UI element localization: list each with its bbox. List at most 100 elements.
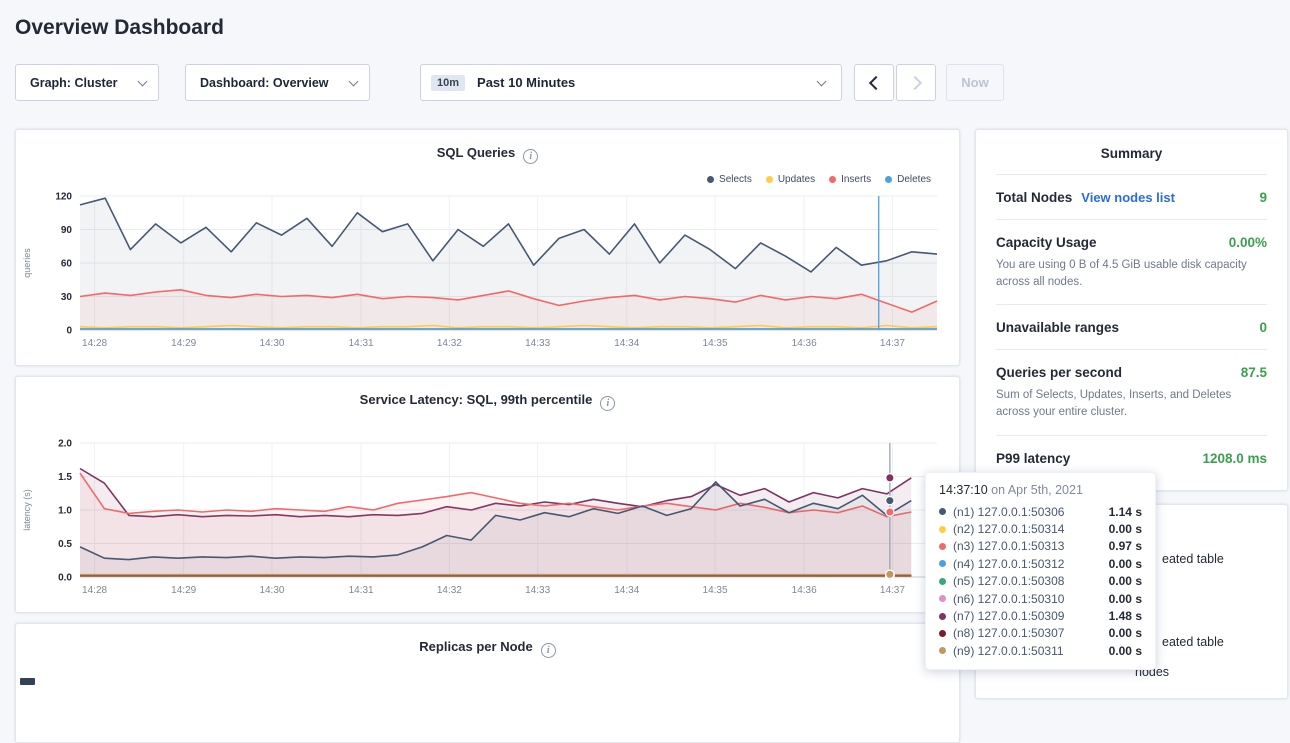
svg-text:120: 120 [55,192,72,203]
summary-row-capacity-usage: Capacity Usage 0.00% You are using 0 B o… [996,220,1267,305]
svg-text:14:34: 14:34 [614,338,639,349]
legend-item-updates[interactable]: Updates [766,174,815,185]
replicas-panel: Replicas per Nodei [15,623,960,743]
crosshair-dot [886,508,894,516]
node-latency-value: 0.00 s [1109,574,1142,588]
sql-queries-title: SQL Queries [437,145,516,160]
tooltip-row: (n6) 127.0.0.1:50310 0.00 s [939,590,1142,607]
svg-text:14:32: 14:32 [437,338,462,349]
tooltip-time: 14:37:10 [939,483,988,497]
node-color-dot [939,526,946,533]
tooltip-row: (n2) 127.0.0.1:503140.00 s [939,520,1142,537]
legend-item-selects[interactable]: Selects [707,174,752,185]
unavailable-ranges-label: Unavailable ranges [996,320,1119,335]
node-label: (n2) 127.0.0.1:50314 [953,522,1064,536]
svg-text:14:31: 14:31 [349,338,374,349]
sql-queries-chart[interactable]: 030609012014:2814:2914:3014:3114:3214:33… [16,190,959,356]
node-latency-value: 1.48 s [1109,609,1142,623]
summary-title: Summary [996,130,1267,175]
svg-text:0.5: 0.5 [58,539,72,550]
chart-legend: Selects Updates Inserts Deletes [707,174,931,185]
svg-text:14:29: 14:29 [171,338,196,349]
tooltip-rows: (n1) 127.0.0.1:503061.14 s(n2) 127.0.0.1… [939,503,1142,660]
graph-dropdown[interactable]: Graph: Cluster [15,64,159,101]
info-icon[interactable]: i [541,643,556,658]
sql-latency-title: Service Latency: SQL, 99th percentile [360,392,593,407]
tooltip-header: 14:37:10 on Apr 5th, 2021 [939,483,1142,497]
node-latency-value: 0.00 s [1109,592,1142,606]
node-color-dot [939,647,946,654]
svg-text:60: 60 [61,259,73,270]
node-color-dot [939,543,946,550]
svg-text:14:29: 14:29 [171,585,196,596]
legend-dot [885,176,892,183]
svg-text:14:31: 14:31 [349,585,374,596]
node-label: (n6) 127.0.0.1:50310 [953,592,1064,606]
svg-text:14:30: 14:30 [259,585,284,596]
tooltip-row: (n5) 127.0.0.1:503080.00 s [939,573,1142,590]
node-color-dot [939,508,946,515]
svg-text:14:30: 14:30 [259,338,284,349]
time-range-badge: 10m [431,75,465,91]
controls-bar: Graph: Cluster Dashboard: Overview 10m P… [15,64,1275,101]
node-label: (n4) 127.0.0.1:50312 [953,557,1064,571]
node-color-dot [939,578,946,585]
node-label: (n9) 127.0.0.1:50311 [953,644,1064,658]
svg-text:14:35: 14:35 [703,585,728,596]
info-icon[interactable]: i [600,396,615,411]
chevron-down-icon [138,76,148,86]
svg-text:14:33: 14:33 [525,585,550,596]
charts-column: SQL Queries i Selects Updates Inserts Delete… [15,129,960,743]
tooltip-row: (n8) 127.0.0.1:503070.00 s [939,625,1142,642]
svg-text:1.5: 1.5 [58,472,72,483]
clipped-element [20,678,35,685]
node-color-dot [939,560,946,567]
svg-text:14:35: 14:35 [703,338,728,349]
svg-text:queries: queries [22,248,32,278]
svg-text:1.0: 1.0 [58,506,72,517]
svg-text:0: 0 [66,326,72,337]
summary-row-qps: Queries per second 87.5 Sum of Selects, … [996,350,1267,435]
legend-item-deletes[interactable]: Deletes [885,174,931,185]
event-text-fragment: eated table [1162,552,1224,566]
svg-text:14:32: 14:32 [437,585,462,596]
capacity-usage-subtext: You are using 0 B of 4.5 GiB usable disk… [996,257,1267,290]
time-range-label: Past 10 Minutes [477,75,575,90]
qps-subtext: Sum of Selects, Updates, Inserts, and De… [996,387,1267,420]
node-color-dot [939,613,946,620]
page-title: Overview Dashboard [0,0,1290,40]
qps-label: Queries per second [996,365,1122,380]
time-next-button[interactable] [896,64,936,101]
node-latency-value: 0.00 s [1109,557,1142,571]
crosshair-dot [886,496,894,504]
node-latency-value: 0.97 s [1109,539,1142,553]
svg-text:14:28: 14:28 [82,338,107,349]
svg-text:14:28: 14:28 [82,585,107,596]
crosshair-dot [886,570,894,578]
tooltip-date: on Apr 5th, 2021 [991,483,1083,497]
node-latency-value: 0.00 s [1109,644,1142,658]
chevron-left-icon [868,75,882,89]
dashboard-dropdown[interactable]: Dashboard: Overview [185,64,370,101]
now-button[interactable]: Now [946,64,1004,101]
p99-latency-value: 1208.0 ms [1202,451,1267,466]
sql-queries-panel: SQL Queries i Selects Updates Inserts Delete… [15,129,960,366]
node-label: (n1) 127.0.0.1:50306 [953,505,1064,519]
summary-row-unavailable-ranges: Unavailable ranges 0 [996,305,1267,350]
dashboard-dropdown-label: Dashboard: Overview [200,76,329,90]
view-nodes-list-link[interactable]: View nodes list [1081,190,1175,205]
time-prev-button[interactable] [854,64,894,101]
legend-label: Selects [719,174,752,185]
capacity-usage-value: 0.00% [1229,235,1267,250]
overview-dashboard-page: Overview Dashboard Graph: Cluster Dashbo… [0,0,1290,689]
legend-item-inserts[interactable]: Inserts [829,174,871,185]
summary-panel: Summary Total Nodes View nodes list 9 Ca… [975,129,1288,491]
legend-label: Updates [778,174,815,185]
sql-latency-chart[interactable]: 0.00.51.01.52.014:2814:2914:3014:3114:32… [16,437,959,603]
chevron-down-icon [817,76,827,86]
info-icon[interactable]: i [523,149,538,164]
capacity-usage-label: Capacity Usage [996,235,1097,250]
unavailable-ranges-value: 0 [1259,320,1267,335]
svg-text:14:37: 14:37 [880,338,905,349]
time-range-picker[interactable]: 10m Past 10 Minutes [420,64,842,101]
